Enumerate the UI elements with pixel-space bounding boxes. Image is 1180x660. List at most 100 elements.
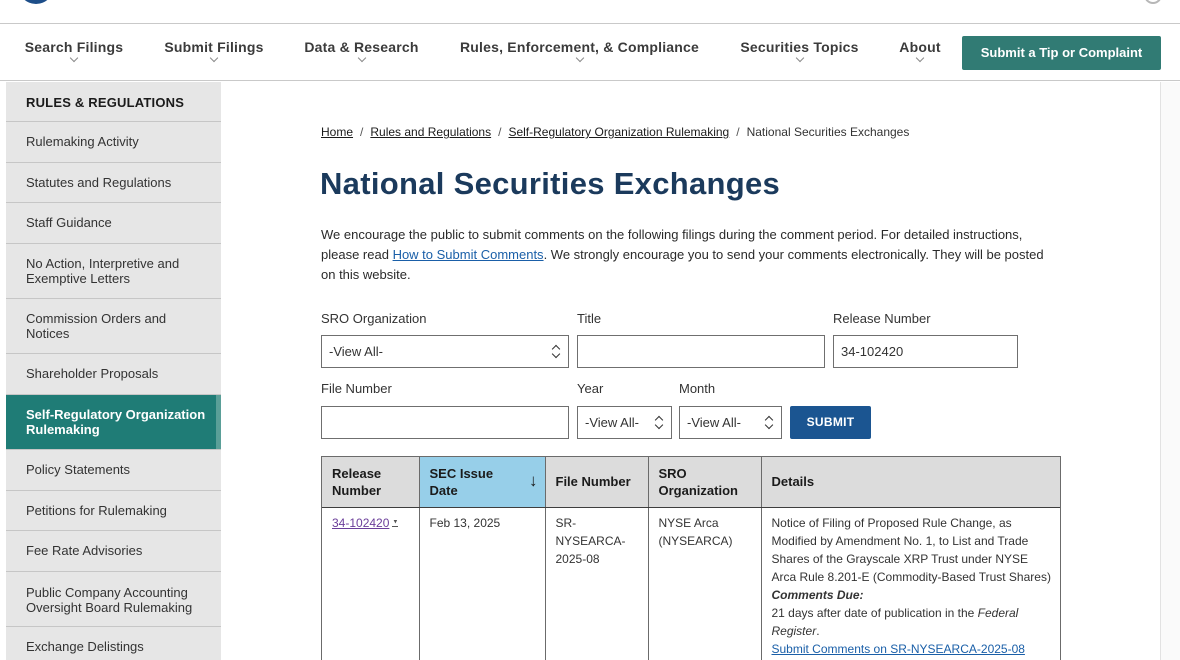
sidebar-item-shareholder-proposals[interactable]: Shareholder Proposals (6, 354, 221, 395)
sidebar-item-no-action-letters[interactable]: No Action, Interpretive and Exemptive Le… (6, 244, 221, 299)
column-header-sec-issue-date[interactable]: SEC Issue Date ↓ (419, 457, 546, 508)
chevron-down-icon (795, 53, 804, 63)
column-header-details[interactable]: Details (761, 457, 1060, 508)
column-header-sro-organization[interactable]: SRO Organization (648, 457, 762, 508)
select-arrows-icon (552, 344, 559, 359)
search-icon[interactable] (1144, 0, 1162, 4)
sec-logo[interactable] (18, 0, 54, 4)
chevron-down-icon (209, 53, 219, 63)
breadcrumb-separator: / (736, 125, 740, 139)
nav-about[interactable]: About (892, 25, 948, 81)
nav-label: Submit Filings (164, 39, 264, 55)
nav-submit-filings[interactable]: Submit Filings (157, 25, 271, 81)
year-value: -View All- (585, 415, 639, 430)
comments-due-text-end: . (816, 623, 820, 638)
how-to-submit-comments-link[interactable]: How to Submit Comments (393, 247, 544, 262)
sidebar-item-label: Rulemaking Activity (26, 134, 139, 149)
sidebar-item-pcaob-rulemaking[interactable]: Public Company Accounting Oversight Boar… (6, 572, 221, 627)
sidebar-item-staff-guidance[interactable]: Staff Guidance (6, 203, 221, 244)
breadcrumb-home[interactable]: Home (321, 125, 353, 139)
sidebar-item-label: Self-Regulatory Organization Rulemaking (26, 407, 206, 437)
sro-organization-label: SRO Organization (321, 311, 427, 326)
comments-due-text: 21 days after date of publication in the… (772, 604, 1053, 640)
table-row: 34-102420 Feb 13, 2025 SR-NYSEARCA-2025-… (322, 507, 1060, 660)
intro-text: We encourage the public to submit commen… (321, 225, 1051, 285)
month-select[interactable]: -View All- (679, 406, 782, 439)
breadcrumb-sro[interactable]: Self-Regulatory Organization Rulemaking (508, 125, 729, 139)
sidebar-item-label: Statutes and Regulations (26, 175, 172, 190)
sidebar-item-label: Exchange Delistings (26, 639, 144, 654)
column-header-release-number[interactable]: Release Number (322, 457, 420, 508)
sidebar-item-label: Commission Orders and Notices (26, 311, 167, 341)
column-header-file-number[interactable]: File Number (545, 457, 649, 508)
year-label: Year (577, 381, 604, 396)
details-cell: Notice of Filing of Proposed Rule Change… (761, 507, 1060, 660)
release-number-input[interactable] (833, 335, 1018, 368)
breadcrumb-separator: / (498, 125, 502, 139)
chevron-down-icon (357, 53, 366, 63)
sidebar-item-label: Staff Guidance (26, 215, 112, 230)
release-number-cell: 34-102420 (322, 507, 420, 660)
issue-date-cell: Feb 13, 2025 (419, 507, 546, 660)
chevron-down-icon (915, 53, 925, 63)
nav-data-research[interactable]: Data & Research (298, 25, 425, 81)
select-arrows-icon (655, 415, 662, 430)
chevron-down-icon (69, 53, 79, 63)
sidebar-item-label: Petitions for Rulemaking (26, 503, 167, 518)
main-nav: Search Filings Submit Filings Data & Res… (0, 25, 1180, 81)
sidebar-item-commission-orders[interactable]: Commission Orders and Notices (6, 299, 221, 354)
sro-organization-value: -View All- (329, 344, 383, 359)
submit-tip-button[interactable]: Submit a Tip or Complaint (962, 36, 1161, 70)
title-label: Title (577, 311, 602, 326)
sro-organization-select[interactable]: -View All- (321, 335, 569, 368)
top-strip (0, 0, 1180, 24)
sidebar-item-label: Public Company Accounting Oversight Boar… (26, 585, 193, 615)
nav-search-filings[interactable]: Search Filings (18, 25, 130, 81)
sidebar-item-exchange-delistings[interactable]: Exchange Delistings (6, 627, 221, 660)
breadcrumb-current: National Securities Exchanges (746, 125, 910, 139)
comments-due-label: Comments Due: (771, 587, 864, 602)
details-text: Notice of Filing of Proposed Rule Change… (771, 515, 1051, 584)
breadcrumb: Home / Rules and Regulations / Self-Regulato… (321, 125, 909, 139)
sidebar-heading: RULES & REGULATIONS (6, 82, 221, 122)
sidebar-item-sro-rulemaking[interactable]: Self-Regulatory Organization Rulemaking (6, 395, 221, 450)
sro-cell: NYSE Arca (NYSEARCA) (648, 507, 762, 660)
month-value: -View All- (687, 415, 741, 430)
sidebar-item-petitions[interactable]: Petitions for Rulemaking (6, 491, 221, 531)
title-input[interactable] (577, 335, 825, 368)
comments-due-text-start: 21 days after date of publication in the (771, 605, 978, 620)
nav-label: About (899, 39, 941, 55)
download-icon (392, 520, 399, 527)
scrollbar[interactable] (1160, 82, 1180, 660)
breadcrumb-separator: / (360, 125, 364, 139)
sidebar-item-label: Policy Statements (26, 462, 131, 477)
submit-comments-link[interactable]: Submit Comments on SR-NYSEARCA-2025-08 (772, 640, 1053, 658)
results-table: Release Number SEC Issue Date ↓ File Numb… (321, 456, 1061, 660)
nav-rules-enforcement[interactable]: Rules, Enforcement, & Compliance (452, 25, 707, 81)
sidebar-item-rulemaking-activity[interactable]: Rulemaking Activity (6, 122, 221, 163)
file-number-label: File Number (321, 381, 392, 396)
sidebar-item-label: No Action, Interpretive and Exemptive Le… (26, 256, 180, 286)
sort-descending-icon: ↓ (529, 471, 538, 490)
nav-securities-topics[interactable]: Securities Topics (734, 25, 865, 81)
column-header-label: SEC Issue Date (429, 465, 494, 498)
page-title: National Securities Exchanges (320, 166, 781, 201)
month-label: Month (679, 381, 716, 396)
sidebar-item-label: Shareholder Proposals (26, 366, 159, 381)
select-arrows-icon (765, 415, 772, 430)
breadcrumb-rules[interactable]: Rules and Regulations (370, 125, 491, 139)
table-header-row: Release Number SEC Issue Date ↓ File Numb… (322, 457, 1060, 508)
sidebar-item-label: Fee Rate Advisories (26, 543, 143, 558)
nav-label: Search Filings (24, 39, 124, 55)
submit-button[interactable]: SUBMIT (790, 406, 871, 439)
year-select[interactable]: -View All- (577, 406, 672, 439)
sidebar-item-policy-statements[interactable]: Policy Statements (6, 450, 221, 491)
release-number-label: Release Number (833, 311, 931, 326)
file-number-cell: SR-NYSEARCA-2025-08 (545, 507, 649, 660)
sidebar-item-fee-rate-advisories[interactable]: Fee Rate Advisories (6, 531, 221, 572)
sidebar-item-statutes[interactable]: Statutes and Regulations (6, 163, 221, 203)
file-number-input[interactable] (321, 406, 569, 439)
sidebar: RULES & REGULATIONS Rulemaking Activity … (6, 82, 221, 660)
chevron-down-icon (575, 53, 584, 63)
release-number-link[interactable]: 34-102420 (332, 516, 389, 530)
